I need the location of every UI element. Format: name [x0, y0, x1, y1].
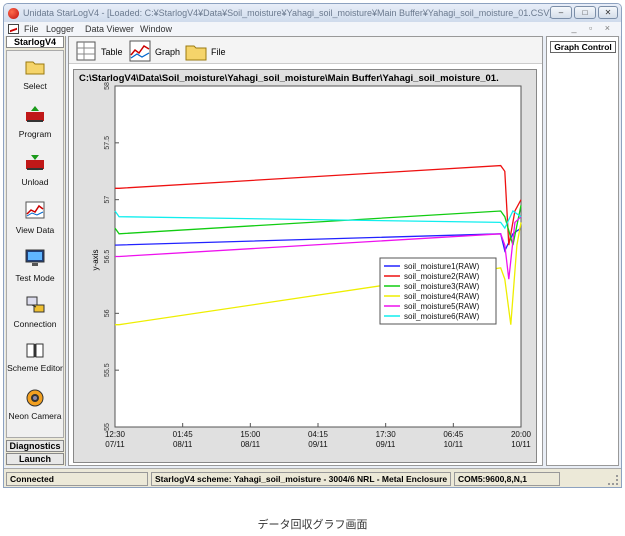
- sidebar-item-neon-camera[interactable]: Neon Camera: [7, 385, 63, 431]
- title-bar[interactable]: Unidata StarLogV4 - [Loaded: C:¥StarlogV…: [4, 4, 621, 22]
- x-tick-time-label: 12:30: [105, 430, 126, 439]
- x-tick-date-label: 08/11: [241, 440, 261, 449]
- y-tick-label: 58: [104, 82, 111, 90]
- y-tick-label: 56: [104, 309, 111, 317]
- chart-icon: [25, 201, 45, 219]
- camera-icon: [26, 389, 44, 407]
- view-toolbar: Table Graph File: [69, 37, 542, 64]
- close-button[interactable]: ✕: [598, 6, 618, 19]
- sidebar-item-label: Scheme Editor: [7, 363, 63, 373]
- sidebar: StarlogV4 Select Program Unload View Dat…: [5, 36, 66, 466]
- x-tick-time-label: 17:30: [376, 430, 397, 439]
- sidebar-item-view-data[interactable]: View Data: [7, 197, 63, 243]
- y-tick-label: 56.5: [104, 250, 111, 264]
- app-window: Unidata StarLogV4 - [Loaded: C:¥StarlogV…: [3, 3, 622, 488]
- app-logo-icon: [8, 8, 19, 19]
- sidebar-item-label: View Data: [15, 225, 55, 235]
- sidebar-header: StarlogV4: [6, 36, 64, 48]
- sidebar-item-select[interactable]: Select: [7, 53, 63, 99]
- legend-label: soil_moisture1(RAW): [404, 262, 480, 271]
- x-tick-time-label: 01:45: [173, 430, 194, 439]
- monitor-icon: [25, 249, 45, 266]
- sidebar-item-label: Connection: [13, 319, 57, 329]
- sidebar-launch-button[interactable]: Launch: [6, 453, 64, 465]
- status-bar: Connected StarlogV4 scheme: Yahagi_soil_…: [4, 468, 621, 487]
- sidebar-item-label: Select: [23, 81, 47, 91]
- plot-area: [114, 85, 522, 428]
- y-tick-label: 55.5: [104, 363, 111, 377]
- graph-panel: C:\StarlogV4\Data\Soil_moisture\Yahagi_s…: [73, 69, 537, 463]
- sidebar-item-program[interactable]: Program: [7, 101, 63, 147]
- menu-data-viewer[interactable]: Data Viewer: [85, 24, 134, 34]
- sidebar-item-label: Neon Camera: [8, 411, 62, 421]
- x-tick-date-label: 07/11: [105, 440, 125, 449]
- sidebar-item-scheme-editor[interactable]: Scheme Editor: [7, 337, 63, 383]
- sidebar-button-list: Select Program Unload View Data Test Mod…: [6, 50, 64, 438]
- legend-label: soil_moisture4(RAW): [404, 292, 480, 301]
- table-label: Table: [101, 47, 123, 57]
- status-com-port: COM5:9600,8,N,1: [454, 472, 560, 486]
- graph-icon: [129, 40, 151, 62]
- folder-icon: [185, 45, 207, 61]
- graph-label: Graph: [155, 47, 181, 57]
- x-tick-time-label: 20:00: [511, 430, 532, 439]
- sidebar-item-unload[interactable]: Unload: [7, 149, 63, 195]
- table-icon: [76, 41, 96, 61]
- graph-control-panel: Graph Control: [546, 36, 619, 466]
- sidebar-item-label: Test Mode: [15, 273, 55, 283]
- document-icon[interactable]: [8, 24, 19, 34]
- x-tick-time-label: 06:45: [443, 430, 464, 439]
- x-tick-time-label: 04:15: [308, 430, 329, 439]
- minimize-button[interactable]: –: [550, 6, 572, 19]
- sidebar-item-label: Unload: [21, 177, 49, 187]
- menu-file[interactable]: File: [24, 24, 39, 34]
- x-tick-time-label: 15:00: [240, 430, 261, 439]
- y-tick-label: 57.5: [104, 136, 111, 150]
- unload-icon: [26, 155, 44, 170]
- graph-document: Table Graph File C:\StarlogV4\Data\Soil_…: [68, 36, 543, 466]
- menu-bar: File Logger Data Viewer Window _ ▫ ×: [4, 22, 621, 36]
- file-button[interactable]: File: [185, 40, 233, 62]
- y-axis-label: y-axis: [91, 250, 100, 271]
- x-tick-date-label: 08/11: [173, 440, 193, 449]
- legend-label: soil_moisture3(RAW): [404, 282, 480, 291]
- mdi-window-controls[interactable]: _ ▫ ×: [572, 23, 615, 33]
- x-tick-date-label: 09/11: [308, 440, 328, 449]
- menu-logger[interactable]: Logger: [46, 24, 74, 34]
- program-icon: [26, 106, 44, 122]
- legend-label: soil_moisture2(RAW): [404, 272, 480, 281]
- sidebar-diagnostics-button[interactable]: Diagnostics: [6, 440, 64, 452]
- graph-control-label: Graph Control: [550, 41, 616, 53]
- sidebar-item-connection[interactable]: Connection: [7, 291, 63, 337]
- status-connection: Connected: [6, 472, 148, 486]
- x-tick-date-label: 10/11: [444, 440, 464, 449]
- status-scheme: StarlogV4 scheme: Yahagi_soil_moisture -…: [151, 472, 451, 486]
- y-tick-label: 57: [104, 196, 111, 204]
- page-caption: データ回収グラフ画面: [257, 519, 368, 531]
- book-icon: [26, 343, 44, 358]
- connection-icon: [26, 296, 45, 313]
- menu-window[interactable]: Window: [140, 24, 172, 34]
- x-tick-date-label: 10/11: [511, 440, 531, 449]
- folder-icon: [25, 61, 45, 75]
- line-chart[interactable]: 5555.55656.55757.558 12:3007/1101:4508/1…: [74, 70, 536, 462]
- sidebar-item-test-mode[interactable]: Test Mode: [7, 245, 63, 291]
- table-button[interactable]: Table: [75, 40, 129, 62]
- maximize-button[interactable]: □: [574, 6, 596, 19]
- legend-label: soil_moisture6(RAW): [404, 312, 480, 321]
- window-title: Unidata StarLogV4 - [Loaded: C:¥StarlogV…: [23, 8, 552, 18]
- x-tick-date-label: 09/11: [376, 440, 396, 449]
- sidebar-item-label: Program: [18, 129, 52, 139]
- legend-label: soil_moisture5(RAW): [404, 302, 480, 311]
- graph-button[interactable]: Graph: [129, 40, 185, 62]
- resize-grip-icon[interactable]: [608, 475, 618, 485]
- file-label: File: [211, 47, 226, 57]
